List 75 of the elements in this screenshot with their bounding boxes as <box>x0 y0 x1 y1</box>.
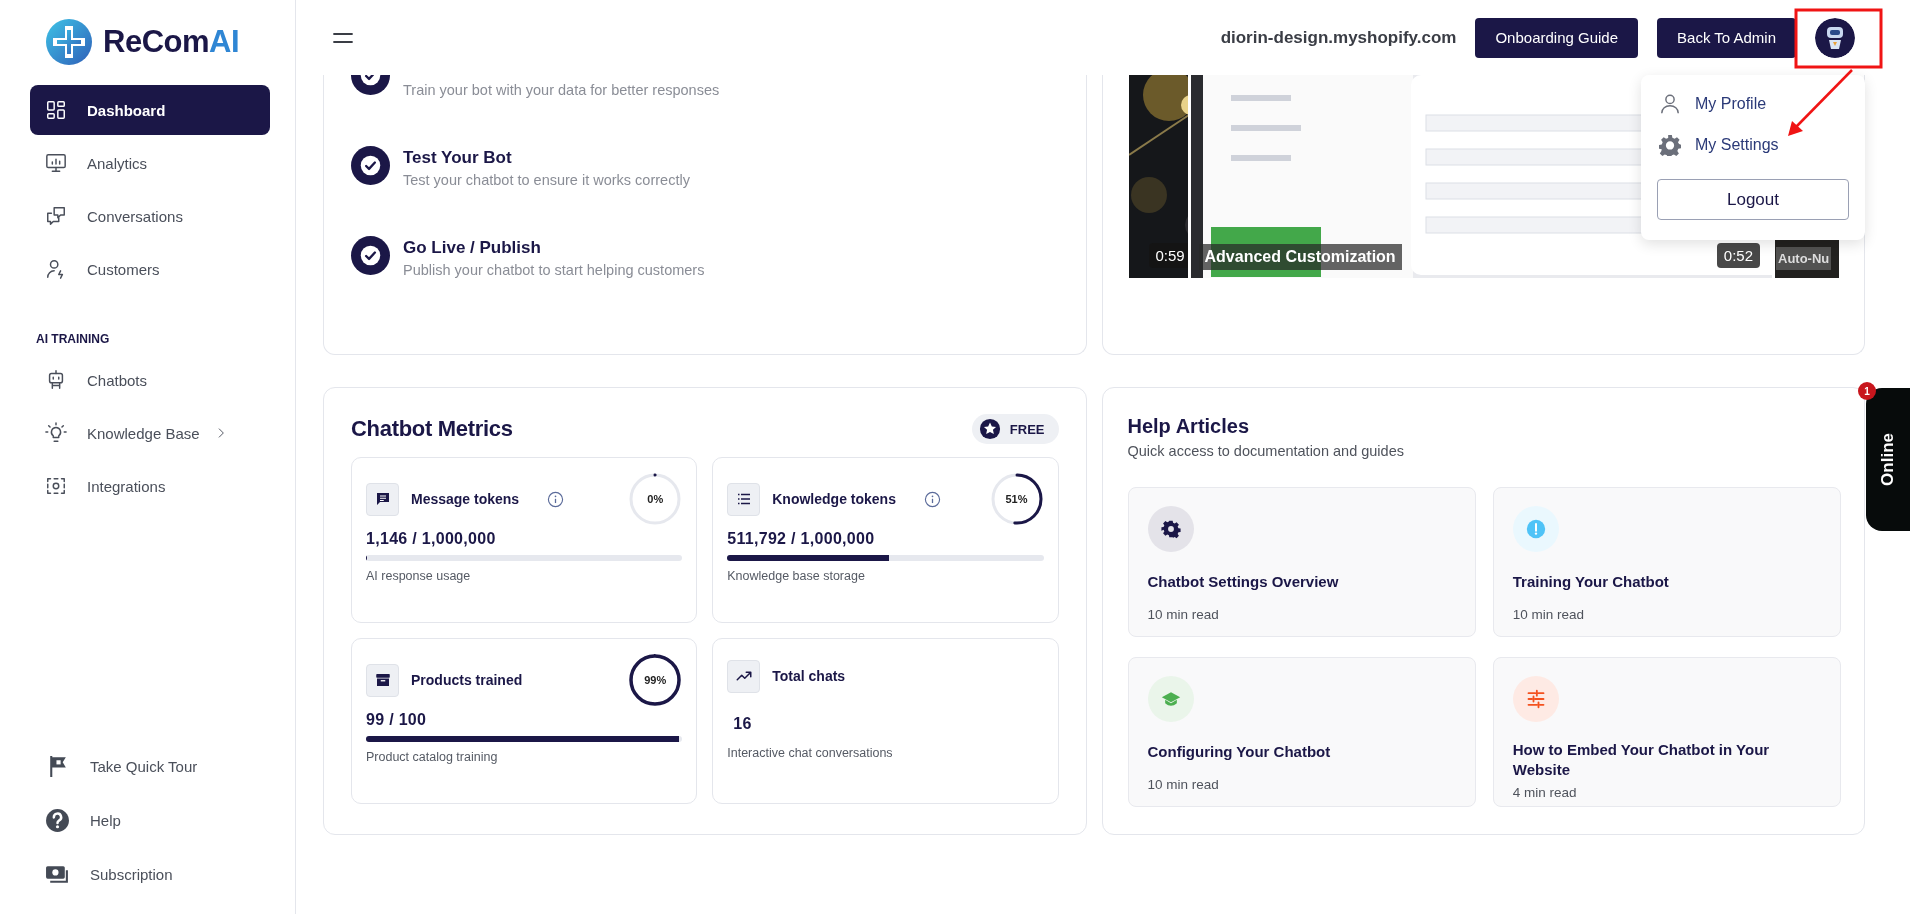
chat-bubbles-icon <box>45 205 67 227</box>
store-domain: diorin-design.myshopify.com <box>1220 27 1457 48</box>
user-icon <box>1659 92 1681 115</box>
monitor-icon <box>45 152 67 174</box>
article-card[interactable]: How to Embed Your Chatbot in Your Website 4 min read <box>1492 657 1841 807</box>
sidebar-item[interactable]: Knowledge Base <box>30 408 270 458</box>
article-card[interactable]: Chatbot Settings Overview 10 min read <box>1127 487 1476 637</box>
gear-icon <box>1659 133 1681 156</box>
lightbulb-icon <box>45 422 67 444</box>
percent-label: 51% <box>1005 493 1028 505</box>
brand-name: ReComAI <box>103 24 239 60</box>
sidebar-item[interactable]: Integrations <box>30 461 270 511</box>
menu-item[interactable]: My Profile <box>1657 83 1849 124</box>
metric-caption: Product catalog training <box>366 750 499 764</box>
video-title: Auto-Nu <box>1776 247 1832 270</box>
read-time: 10 min read <box>1147 607 1220 622</box>
article-title: Chatbot Settings Overview <box>1147 572 1340 592</box>
header-button[interactable]: Onboarding Guide <box>1475 17 1639 58</box>
menu-item[interactable]: My Settings <box>1657 124 1849 165</box>
percent-label: 0% <box>647 493 664 505</box>
metric-caption: Interactive chat conversations <box>727 746 894 760</box>
card-subtitle: Quick access to documentation and guides <box>1127 443 1405 459</box>
metric-title: Message tokens <box>411 491 520 507</box>
article-title: How to Embed Your Chatbot in Your Website <box>1512 740 1771 780</box>
metric-caption: Knowledge base storage <box>727 569 866 583</box>
article-card[interactable]: Configuring Your Chatbot 10 min read <box>1127 657 1476 807</box>
percent-label: 99% <box>644 674 667 686</box>
focus-frame-icon <box>45 475 67 497</box>
metric-value: 1,146 / 1,000,000 <box>366 530 497 548</box>
metric-caption: AI response usage <box>366 569 472 583</box>
sidebar-item[interactable]: Analytics <box>30 138 270 188</box>
callout-arrow <box>1788 69 1853 136</box>
step-description: Publish your chatbot to start helping customers <box>403 261 705 280</box>
metric-title: Knowledge tokens <box>772 491 896 507</box>
metric-title: Products trained <box>411 672 523 688</box>
video-title: Advanced Customization <box>1198 244 1402 270</box>
card-title: Chatbot Metrics <box>351 416 513 442</box>
step-description: Test your chatbot to ensure it works correctly <box>403 171 690 190</box>
sidebar-item[interactable]: Take Quick Tour <box>30 741 270 791</box>
progress-ring <box>628 472 683 526</box>
video-duration: 0:59 <box>1148 243 1188 268</box>
plan-badge: FREE <box>971 414 1059 444</box>
read-time: 10 min read <box>1512 607 1586 622</box>
read-time: 10 min read <box>1147 777 1220 792</box>
step-title: Go Live / Publish <box>403 237 542 259</box>
read-time: 4 min read <box>1512 785 1578 800</box>
card-title: Help Articles <box>1127 414 1251 439</box>
archive-icon <box>373 671 392 689</box>
video-duration: 0:52 <box>1716 243 1760 268</box>
menu-icon <box>332 31 354 44</box>
metric-value: 511,792 / 1,000,000 <box>727 530 876 548</box>
sidebar-item[interactable]: Customers <box>30 244 270 294</box>
progress-ring <box>628 653 683 707</box>
sidebar-item[interactable]: Help <box>30 795 270 845</box>
article-title: Training Your Chatbot <box>1512 572 1670 592</box>
step-title: Test Your Bot <box>403 147 513 169</box>
progress-ring <box>989 472 1044 526</box>
metric-title: Total chats <box>772 668 846 684</box>
article-card[interactable]: Training Your Chatbot 10 min read <box>1492 487 1841 637</box>
notification-badge: 1 <box>1858 382 1876 400</box>
metric-value: 16 <box>733 715 753 733</box>
sidebar-item[interactable]: Dashboard <box>30 85 270 135</box>
avatar-icon <box>1815 17 1855 58</box>
sidebar-item[interactable]: Chatbots <box>30 355 270 405</box>
step-description: Train your bot with your data for better responses <box>403 81 720 100</box>
metric-value: 99 / 100 <box>366 711 428 729</box>
logout-button[interactable]: Logout <box>1657 179 1849 220</box>
dashboard-icon <box>45 99 67 121</box>
sidebar-item[interactable]: Conversations <box>30 191 270 241</box>
logo-icon <box>45 18 93 66</box>
section-heading: AI TRAINING <box>36 332 110 346</box>
header-button[interactable]: Back To Admin <box>1657 17 1796 58</box>
article-title: Configuring Your Chatbot <box>1147 742 1332 762</box>
help-icon <box>45 807 70 833</box>
sidebar-item[interactable]: Subscription <box>30 849 270 899</box>
